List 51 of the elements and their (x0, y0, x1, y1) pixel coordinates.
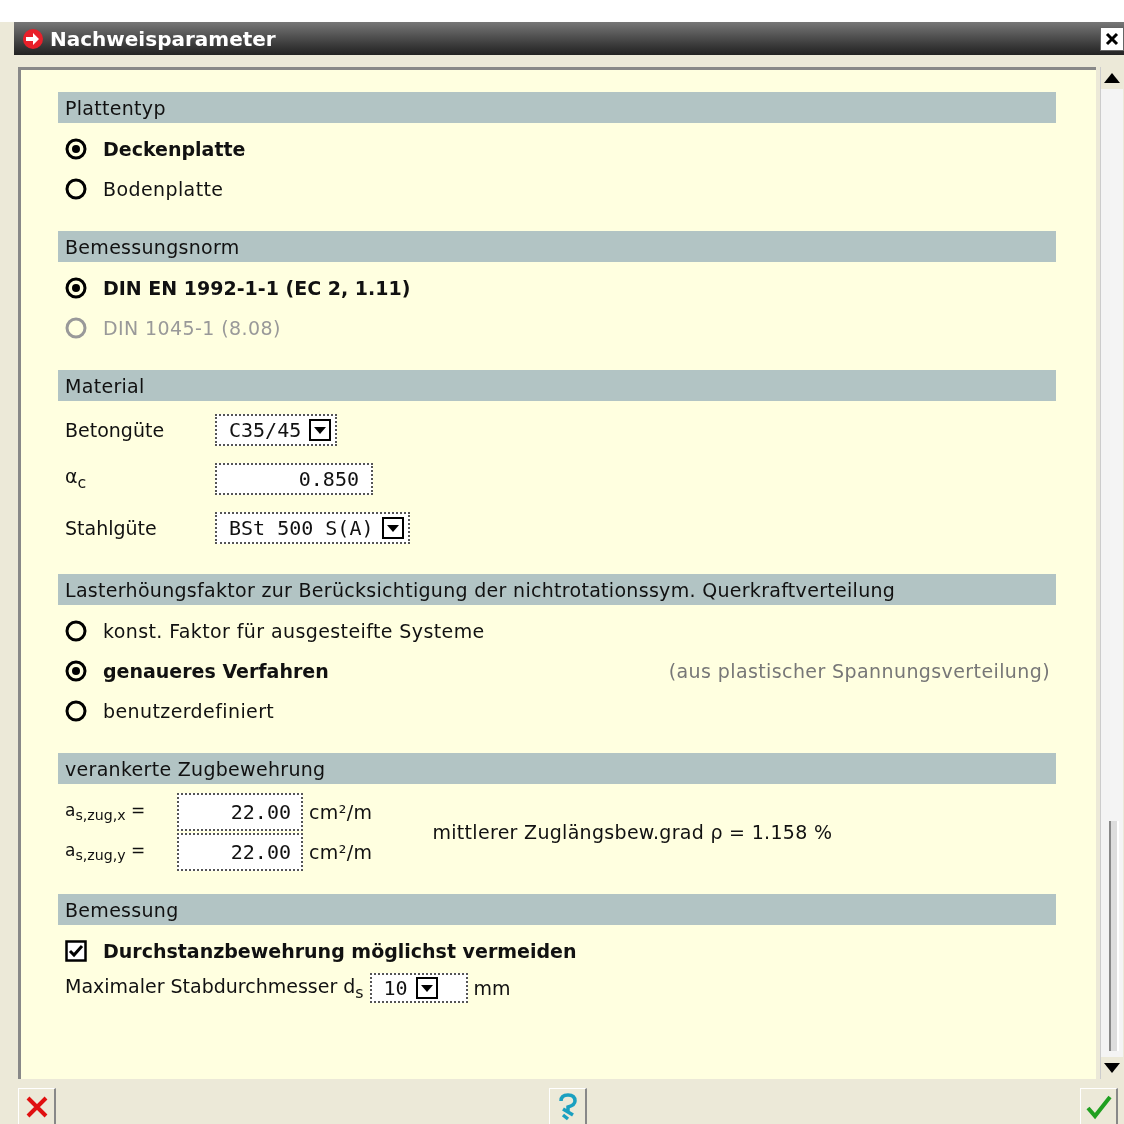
input-field[interactable]: 0.850 (215, 462, 373, 495)
option-label: benutzerdefiniert (103, 700, 275, 722)
option-label: Deckenplatte (103, 138, 246, 160)
section-header: Bemessungsnorm (58, 231, 1056, 262)
down-arrow-icon (1104, 1063, 1120, 1073)
window-title: Nachweisparameter (50, 26, 277, 51)
option-label: genaueres Verfahren (103, 660, 329, 682)
field-label: Betongüte (65, 418, 166, 441)
field-label: Maximaler Stabdurchmesser d$_{s}$ (65, 974, 364, 1002)
section-header: Material (58, 370, 1056, 401)
close-icon (1104, 30, 1120, 47)
unit-label: cm²/m (309, 801, 373, 823)
section-header: verankerte Zugbewehrung (58, 753, 1056, 784)
unit-label: mm (473, 977, 511, 999)
field-label: a$_{s,zug,x}$ = (65, 800, 147, 824)
field-label: a$_{s,zug,y}$ = (65, 840, 147, 864)
option-label: DIN EN 1992-1-1 (EC 2, 1.11) (103, 277, 411, 299)
radio-button[interactable] (65, 660, 87, 682)
ratio-text: mittlerer Zuglängsbew.grad ρ = 1.158 % (432, 821, 833, 843)
radio-button[interactable] (65, 620, 87, 642)
checkbox[interactable] (65, 940, 87, 962)
up-arrow-icon (1104, 73, 1120, 83)
scrollbar-thumb[interactable] (1109, 821, 1119, 1051)
checkbox-label: Durchstanzbewehrung möglichst vermeiden (103, 940, 577, 962)
dropdown[interactable]: 10 (369, 973, 468, 1003)
close-button[interactable] (1100, 26, 1124, 51)
radio-button[interactable] (65, 700, 87, 722)
section-header: Plattentyp (58, 92, 1056, 123)
radio-button[interactable] (65, 277, 87, 299)
scroll-up-button[interactable] (1101, 67, 1123, 89)
unit-label: cm²/m (309, 841, 373, 863)
input-field[interactable]: 22.00 (177, 833, 303, 871)
scroll-down-button[interactable] (1101, 1057, 1123, 1079)
help-button[interactable] (549, 1088, 587, 1124)
section-header: Bemessung (58, 894, 1056, 925)
section-header: Lasterhöungsfaktor zur Berücksichtigung der nichtrotationssym. Querkraftverteilung (58, 574, 1056, 605)
ok-button[interactable] (1080, 1088, 1118, 1124)
dropdown[interactable]: BSt 500 S(A) (215, 511, 410, 544)
field-label: α$_{c}$ (65, 465, 88, 492)
dropdown[interactable]: C35/45 (215, 413, 338, 446)
field-label: Stahlgüte (65, 516, 158, 539)
radio-button[interactable] (65, 178, 87, 200)
help-icon (556, 1092, 579, 1121)
option-label: DIN 1045-1 (8.08) (103, 317, 281, 339)
input-field[interactable]: 22.00 (177, 793, 303, 831)
radio-button[interactable] (65, 138, 87, 160)
option-label: Bodenplatte (103, 178, 224, 200)
option-label: konst. Faktor für ausgesteifte Systeme (103, 620, 485, 642)
cancel-button[interactable] (18, 1088, 56, 1124)
option-note: (aus plastischer Spannungsverteilung) (668, 660, 1050, 682)
checkmark-icon (1084, 1093, 1113, 1120)
